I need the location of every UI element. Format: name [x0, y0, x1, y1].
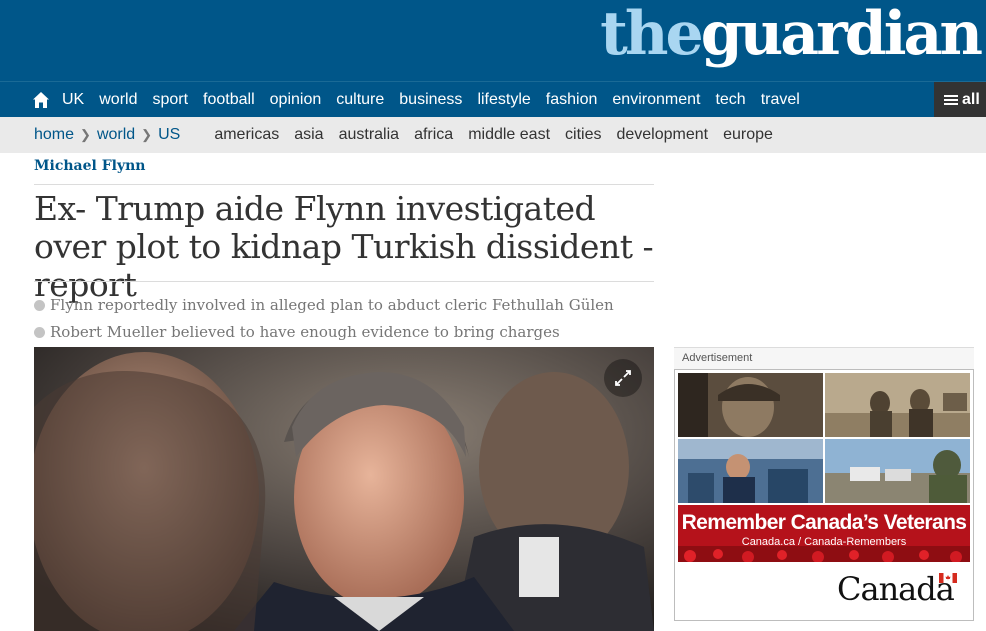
subnav-link-australia[interactable]: australia: [339, 126, 399, 144]
standfirst-item: Robert Mueller believed to have enough e…: [34, 319, 654, 346]
subnav-link-development[interactable]: development: [616, 126, 708, 144]
primary-nav-list: UK world sport football opinion culture …: [32, 82, 815, 118]
ad-photo-soldiers-field: [825, 373, 970, 437]
logo-guardian: guardian: [700, 0, 983, 69]
breadcrumb: home ❯ world ❯ US: [34, 126, 180, 144]
subnav-link-europe[interactable]: europe: [723, 126, 773, 144]
subnav-link-asia[interactable]: asia: [294, 126, 323, 144]
ad-photo-navy-crew: [678, 439, 823, 503]
chevron-right-icon: ❯: [141, 127, 153, 142]
all-sections-label: all: [962, 91, 980, 108]
nav-item-environment[interactable]: environment: [612, 91, 700, 109]
breadcrumb-home[interactable]: home: [34, 126, 74, 144]
subnav-link-cities[interactable]: cities: [565, 126, 601, 144]
sub-nav: home ❯ world ❯ US americas asia australi…: [0, 117, 986, 153]
divider: [34, 184, 654, 185]
subnav-link-americas[interactable]: americas: [214, 126, 279, 144]
series-label[interactable]: Michael Flynn: [34, 158, 145, 174]
nav-item-opinion[interactable]: opinion: [270, 91, 322, 109]
advertisement[interactable]: Remember Canada’s Veterans Canada.ca / C…: [674, 369, 974, 621]
bullet-icon: [34, 300, 45, 311]
ad-title: Remember Canada’s Veterans: [681, 511, 967, 534]
divider: [34, 281, 654, 282]
subnav-links: americas asia australia africa middle ea…: [214, 126, 788, 144]
nav-item-travel[interactable]: travel: [761, 91, 800, 109]
standfirst-item: Flynn reportedly involved in alleged pla…: [34, 292, 654, 319]
primary-nav: UK world sport football opinion culture …: [0, 81, 986, 118]
ad-banner[interactable]: Remember Canada’s Veterans Canada.ca / C…: [678, 505, 970, 562]
standfirst: Flynn reportedly involved in alleged pla…: [34, 292, 654, 346]
poppies-icon: [678, 546, 970, 562]
nav-item-tech[interactable]: tech: [715, 91, 745, 109]
breadcrumb-us[interactable]: US: [158, 126, 180, 144]
guardian-logo[interactable]: theguardian: [600, 0, 983, 74]
chevron-right-icon: ❯: [80, 127, 91, 142]
ad-photo-peacekeepers: [825, 439, 970, 503]
subnav-link-middle-east[interactable]: middle east: [468, 126, 550, 144]
nav-item-world[interactable]: world: [99, 91, 137, 109]
nav-item-lifestyle[interactable]: lifestyle: [477, 91, 530, 109]
breadcrumb-world[interactable]: world: [97, 126, 135, 144]
nav-item-uk[interactable]: UK: [62, 91, 84, 109]
logo-the: the: [600, 0, 704, 69]
canada-flag-icon: [939, 573, 957, 583]
advertisement-label: Advertisement: [682, 352, 753, 364]
all-sections-button[interactable]: all: [934, 82, 986, 118]
expand-icon: [615, 370, 631, 386]
nav-item-business[interactable]: business: [399, 91, 462, 109]
nav-item-football[interactable]: football: [203, 91, 255, 109]
hamburger-icon: [944, 93, 958, 107]
article-headline: Ex- Trump aide Flynn investigated over p…: [34, 189, 654, 304]
standfirst-text: Flynn reportedly involved in alleged pla…: [50, 296, 614, 314]
nav-item-fashion[interactable]: fashion: [546, 91, 598, 109]
photo-illustration: [34, 347, 654, 631]
ad-photo-soldier-portrait: [678, 373, 823, 437]
bullet-icon: [34, 327, 45, 338]
nav-item-sport[interactable]: sport: [152, 91, 188, 109]
standfirst-text: Robert Mueller believed to have enough e…: [50, 323, 560, 341]
canada-wordmark: Canada: [837, 570, 955, 608]
expand-image-button[interactable]: [604, 359, 642, 397]
advertisement-label-bar: Advertisement: [674, 347, 974, 369]
masthead: theguardian: [0, 0, 986, 81]
subnav-link-africa[interactable]: africa: [414, 126, 453, 144]
nav-item-culture[interactable]: culture: [336, 91, 384, 109]
article-main-image[interactable]: [34, 347, 654, 631]
home-icon[interactable]: [32, 91, 50, 109]
